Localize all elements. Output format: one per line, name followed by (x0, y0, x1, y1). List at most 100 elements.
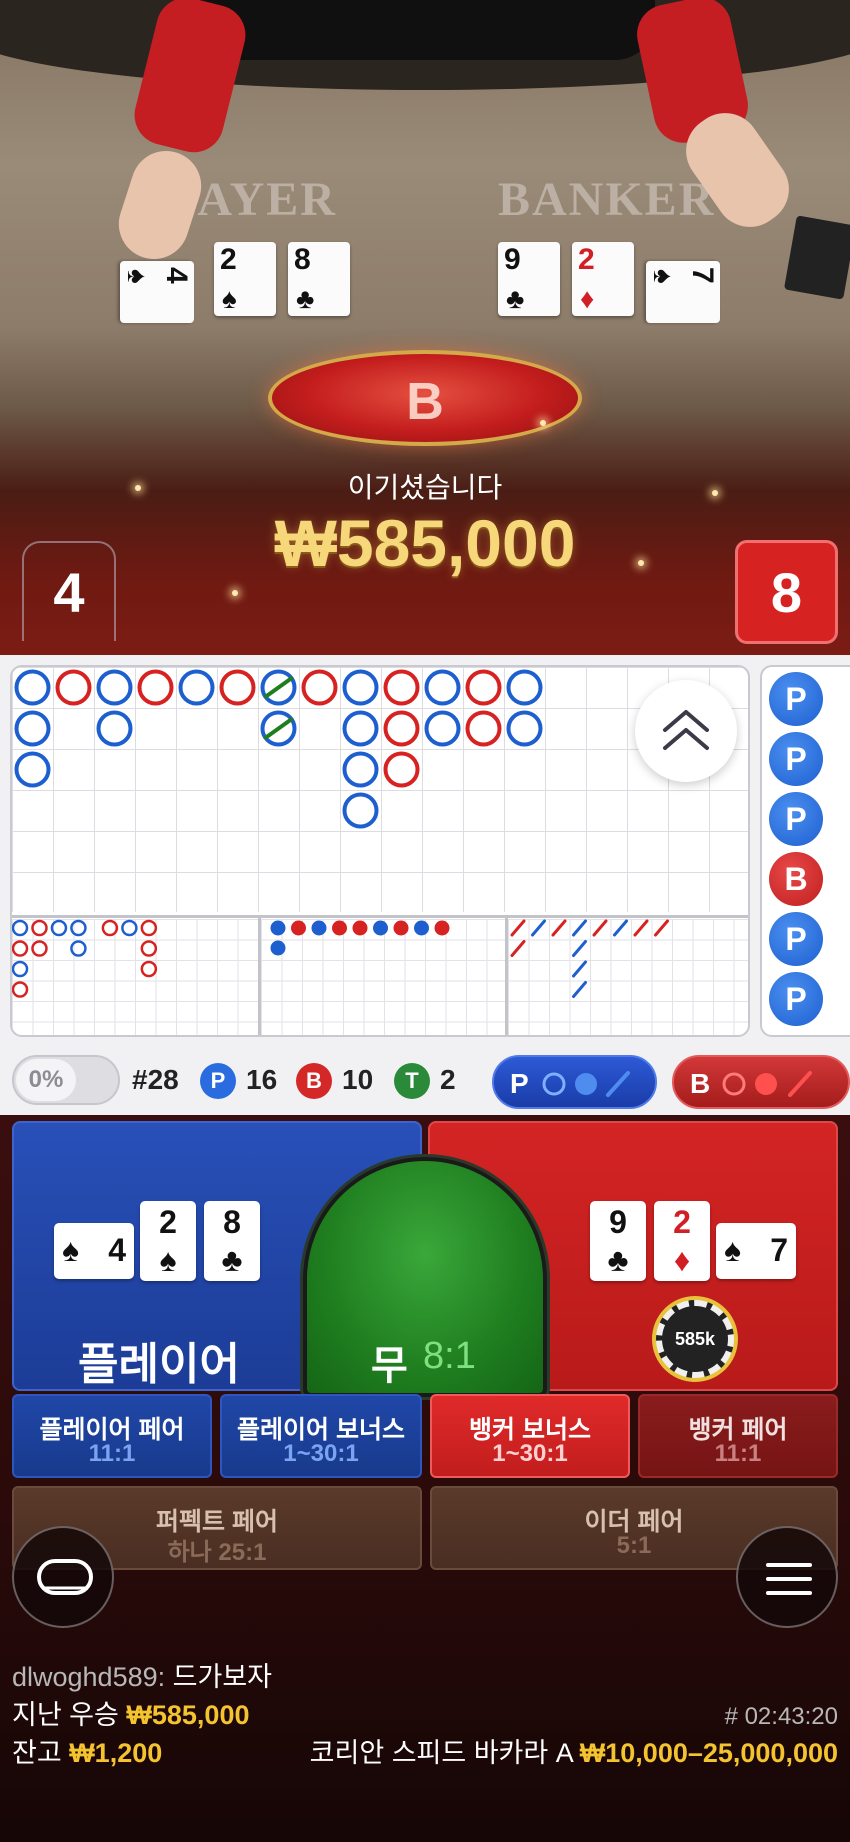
big-road-mark (96, 669, 133, 706)
side-bet-odds: 11:1 (88, 1440, 136, 1467)
balance-line: 잔고 ₩1,200 (12, 1738, 162, 1768)
dealer-left-hand (109, 141, 211, 269)
sparkle (540, 420, 546, 426)
table-card-player-1: 4 ♠ (120, 261, 194, 323)
big-eye-road-mark (12, 981, 29, 998)
big-eye-road-mark (12, 919, 29, 937)
table-name: 코리안 스피드 바카라 A (309, 1738, 573, 1768)
menu-button[interactable] (736, 1526, 838, 1628)
player-card-2: 2 ♠ (140, 1201, 196, 1281)
cockroach-road-mark (551, 919, 567, 937)
big-road-mark (506, 710, 543, 747)
bead-road-item: B (769, 852, 823, 906)
big-road-mark (383, 710, 420, 747)
banker-score: 8 (735, 540, 838, 644)
result-indicator: B (268, 350, 582, 446)
double-chevron-up-icon (663, 710, 709, 750)
banker-card-2: 2 ♦ (654, 1201, 710, 1281)
bet-chip: 585k (656, 1300, 734, 1378)
big-road-mark (342, 669, 379, 706)
small-road-mark (393, 920, 409, 936)
tie-slash-mark (263, 716, 294, 741)
lobby-button[interactable] (12, 1526, 114, 1628)
small-road-mark (414, 920, 429, 936)
player-predict-label: P (510, 1068, 529, 1099)
stats-bar: 0% #28 P 16 B 10 T 2 P B (0, 1045, 850, 1115)
cockroach-road-mark (572, 960, 587, 978)
bead-road-item: P (769, 792, 823, 846)
player-score: 4 (22, 541, 116, 641)
cockroach-road-mark (510, 919, 526, 937)
chat-username: dlwoghd589: (12, 1662, 166, 1692)
big-road-mark (137, 669, 174, 706)
player-predict-button[interactable]: P (492, 1055, 657, 1109)
small-road-mark (270, 940, 286, 956)
bet-spot-banker-pair[interactable]: 뱅커 페어 11:1 (638, 1394, 838, 1478)
big-road-mark (14, 669, 51, 706)
side-bet-odds: 1~30:1 (283, 1440, 359, 1467)
chat-message: dlwoghd589: 드가보자 (12, 1662, 272, 1692)
small-road-mark (434, 920, 450, 936)
big-eye-road-mark (31, 919, 48, 937)
cockroach-road-mark (633, 919, 649, 937)
player-stat-badge: P (200, 1063, 236, 1099)
banker-card-1: 9 ♣ (590, 1201, 646, 1281)
banker-predict-button[interactable]: B (672, 1055, 850, 1109)
banker-card-3: ♠ 7 (716, 1223, 796, 1279)
banker-count: 10 (342, 1064, 374, 1095)
balance-label: 잔고 (12, 1738, 62, 1768)
big-eye-road-mark (31, 940, 48, 957)
player-card-3: 8 ♣ (204, 1201, 260, 1281)
cockroach-road-mark (572, 919, 587, 937)
big-road-mark (383, 669, 420, 706)
round-number: #28 (132, 1064, 179, 1095)
bead-road[interactable]: P P P B P P (760, 665, 850, 1037)
cockroach-road-mark (531, 919, 546, 937)
bet-spot-tie[interactable]: 무 8:1 (303, 1157, 547, 1397)
bet-spot-banker-bonus[interactable]: 뱅커 보너스 1~30:1 (430, 1394, 630, 1478)
big-eye-road-mark (121, 919, 138, 937)
big-road-mark (96, 710, 133, 747)
round-id: # 02:43:20 (724, 1703, 838, 1730)
cockroach-road-mark (572, 940, 587, 957)
chat-text: 드가보자 (172, 1662, 273, 1692)
side-bet-odds: 11:1 (714, 1440, 762, 1467)
dealer-body (175, 0, 655, 60)
result-letter: B (406, 373, 444, 431)
player-card-1: ♠ 4 (54, 1223, 134, 1279)
big-road-mark (178, 669, 215, 706)
table-card-banker-3: 7 ♠ (646, 261, 720, 323)
bead-road-item: P (769, 732, 823, 786)
tie-slash-mark (263, 675, 294, 700)
bead-road-item: P (769, 672, 823, 726)
tie-count: 2 (440, 1064, 456, 1095)
small-road-mark (311, 920, 327, 936)
small-road-mark (270, 920, 286, 936)
big-eye-road-mark (12, 960, 29, 978)
big-road-mark (506, 669, 543, 706)
lobby-icon (37, 1559, 93, 1595)
banker-predict-label: B (690, 1068, 711, 1099)
win-message: 이기셨습니다 (347, 472, 503, 503)
bet-spot-player-pair[interactable]: 플레이어 페어 11:1 (12, 1394, 212, 1478)
cockroach-road-mark (613, 919, 628, 937)
predict-symbols-icon (722, 1071, 812, 1097)
big-eye-road-mark (70, 940, 87, 957)
roadmap-section: P P P B P P 0% #28 P 16 B 10 T 2 P B (0, 655, 850, 1115)
big-road-mark (465, 669, 502, 706)
big-road-mark (219, 669, 256, 706)
big-road-mark (424, 669, 461, 706)
big-eye-road-mark (101, 919, 119, 937)
last-win-line: 지난 우승 ₩585,000 (12, 1700, 249, 1730)
big-eye-road-mark (140, 960, 158, 978)
collapse-roadmap-button[interactable] (635, 680, 737, 782)
player-count: 16 (246, 1064, 278, 1095)
cockroach-road-mark (654, 919, 669, 937)
bet-spot-player-bonus[interactable]: 플레이어 보너스 1~30:1 (220, 1394, 422, 1478)
cockroach-road-mark (572, 981, 587, 998)
sparkle (232, 590, 238, 596)
percent-toggle-label: 0% (16, 1059, 76, 1101)
tie-odds: 8:1 (423, 1335, 476, 1377)
table-card-banker-1: 9 ♣ (498, 242, 560, 316)
percent-toggle[interactable]: 0% (12, 1055, 120, 1105)
